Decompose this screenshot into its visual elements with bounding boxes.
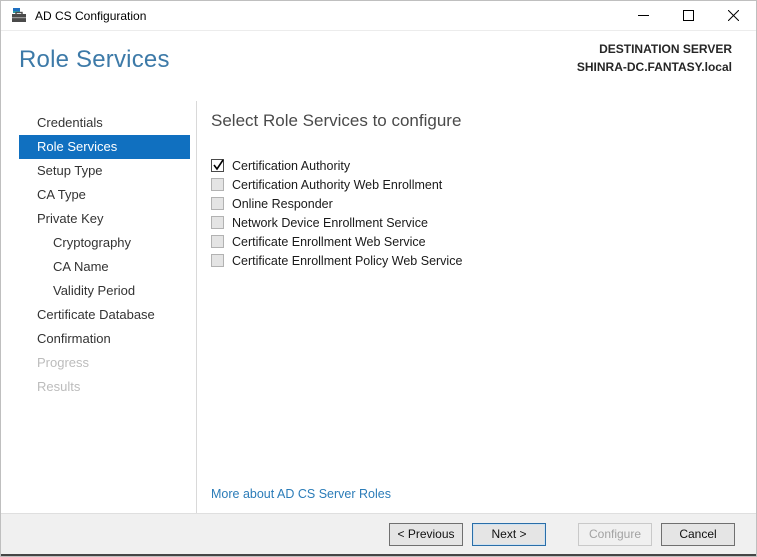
checkbox-row-ca-web-enrollment[interactable]: Certification Authority Web Enrollment <box>211 175 736 194</box>
app-toolbox-icon <box>12 7 26 22</box>
wizard-step-nav: Credentials Role Services Setup Type CA … <box>1 101 197 513</box>
nav-item-confirmation[interactable]: Confirmation <box>1 327 196 351</box>
maximize-button[interactable] <box>666 1 711 30</box>
nav-item-certificate-database[interactable]: Certificate Database <box>1 303 196 327</box>
checkbox-icon[interactable] <box>211 254 224 267</box>
checkbox-row-network-device-enrollment[interactable]: Network Device Enrollment Service <box>211 213 736 232</box>
checkbox-icon[interactable] <box>211 159 224 172</box>
window-controls <box>621 1 756 30</box>
nav-item-setup-type[interactable]: Setup Type <box>1 159 196 183</box>
minimize-button[interactable] <box>621 1 666 30</box>
checkbox-icon[interactable] <box>211 235 224 248</box>
more-about-ad-cs-link[interactable]: More about AD CS Server Roles <box>211 487 391 501</box>
nav-item-role-services[interactable]: Role Services <box>19 135 190 159</box>
checkbox-label: Certification Authority <box>232 158 351 173</box>
role-services-pane: Select Role Services to configure Certif… <box>197 101 756 513</box>
nav-item-ca-type[interactable]: CA Type <box>1 183 196 207</box>
checkbox-label: Certification Authority Web Enrollment <box>232 177 443 192</box>
cancel-button[interactable]: Cancel <box>661 522 735 546</box>
nav-item-credentials[interactable]: Credentials <box>1 111 196 135</box>
configure-button: Configure <box>578 522 652 546</box>
next-button[interactable]: Next > <box>472 522 546 546</box>
checkbox-icon[interactable] <box>211 216 224 229</box>
nav-item-progress: Progress <box>37 355 90 370</box>
nav-item-ca-name[interactable]: CA Name <box>1 255 196 279</box>
wizard-content: Credentials Role Services Setup Type CA … <box>1 101 756 513</box>
checkbox-icon[interactable] <box>211 197 224 210</box>
wizard-header: Role Services DESTINATION SERVER SHINRA-… <box>1 31 756 101</box>
checkbox-row-cert-enrollment-web-service[interactable]: Certificate Enrollment Web Service <box>211 232 736 251</box>
checkbox-row-online-responder[interactable]: Online Responder <box>211 194 736 213</box>
nav-item-validity-period[interactable]: Validity Period <box>1 279 196 303</box>
nav-item-results: Results <box>37 379 81 394</box>
nav-item-cryptography[interactable]: Cryptography <box>1 231 196 255</box>
close-button[interactable] <box>711 1 756 30</box>
checkbox-label: Online Responder <box>232 196 333 211</box>
page-title: Role Services <box>19 46 170 73</box>
previous-button[interactable]: < Previous <box>389 522 463 546</box>
section-title: Select Role Services to configure <box>211 111 462 130</box>
destination-server-label: DESTINATION SERVER <box>599 42 732 56</box>
destination-server-block: DESTINATION SERVER SHINRA-DC.FANTASY.loc… <box>577 40 732 76</box>
wizard-footer: < Previous Next > Configure Cancel <box>1 513 756 554</box>
ad-cs-configuration-window: AD CS Configuration Role Services DESTIN… <box>0 0 757 557</box>
window-title: AD CS Configuration <box>35 8 147 23</box>
checkbox-label: Network Device Enrollment Service <box>232 215 428 230</box>
checkbox-row-cert-enrollment-policy-web-service[interactable]: Certificate Enrollment Policy Web Servic… <box>211 251 736 270</box>
checkbox-label: Certificate Enrollment Web Service <box>232 234 426 249</box>
nav-item-private-key[interactable]: Private Key <box>1 207 196 231</box>
destination-server-name: SHINRA-DC.FANTASY.local <box>576 60 732 74</box>
checkbox-label: Certificate Enrollment Policy Web Servic… <box>232 253 463 268</box>
title-bar: AD CS Configuration <box>1 1 756 31</box>
checkbox-icon[interactable] <box>211 178 224 191</box>
checkbox-row-certification-authority[interactable]: Certification Authority <box>211 156 736 175</box>
